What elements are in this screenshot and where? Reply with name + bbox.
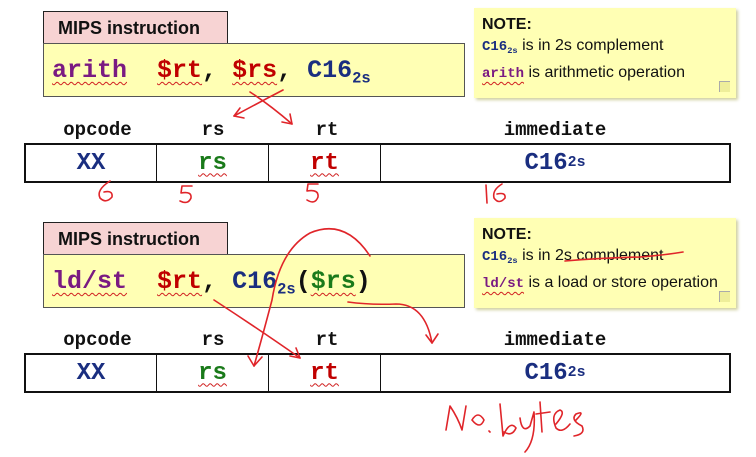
rs-field: rs (157, 355, 269, 391)
digit-5 (306, 183, 319, 203)
digit-6 (98, 180, 113, 202)
rs-text: $rs (232, 56, 278, 85)
paren: ( (295, 267, 311, 296)
instruction-field-row: XX rs rt C16 2s (24, 353, 731, 393)
field-header-immediate: immediate (503, 119, 607, 141)
opcode-field: XX (26, 355, 157, 391)
field-header-opcode: opcode (63, 119, 132, 141)
immediate-text: C162s (232, 267, 296, 299)
mips-instruction-tab: MIPS instruction (43, 222, 228, 255)
instruction-format-box: arith $rt, $rs, C162s (43, 43, 465, 97)
note-line: arith is arithmetic operation (482, 64, 685, 83)
separator: , (202, 56, 233, 85)
rt-field: rt (269, 145, 381, 181)
field-header-rt: rt (315, 329, 339, 351)
field-header-immediate: immediate (503, 329, 607, 351)
page-curl-icon (719, 81, 730, 92)
field-header-opcode: opcode (63, 329, 132, 351)
instruction-field-row: XX rs rt C16 2s (24, 143, 731, 183)
digit-1 (485, 184, 488, 204)
immediate-field: C16 2s (524, 359, 586, 387)
instruction-format-box: ld/st $rt, C162s($rs) (43, 254, 465, 308)
note-box: NOTE: C162s is in 2s complement ld/st is… (474, 218, 736, 308)
note-line: C162s is in 2s complement (482, 247, 664, 267)
note-line: C162s is in 2s complement (482, 37, 664, 57)
digit-6 (492, 183, 506, 203)
field-header-rs: rs (201, 119, 225, 141)
note-box: NOTE: C162s is in 2s complement arith is… (474, 8, 736, 98)
field-header-rs: rs (201, 329, 225, 351)
separator: , (277, 56, 308, 85)
separator: , (202, 267, 233, 296)
arrowhead (233, 107, 245, 119)
immediate-field: C16 2s (524, 149, 586, 177)
rs-field: rs (157, 145, 269, 181)
rs-text: $rs (310, 267, 356, 296)
field-header-rt: rt (315, 119, 339, 141)
rt-field: rt (269, 355, 381, 391)
digit-5 (179, 185, 193, 204)
opcode-text: arith (52, 56, 128, 85)
note-line: ld/st is a load or store operation (482, 274, 718, 293)
rt-text: $rt (157, 267, 203, 296)
note-title: NOTE: (482, 226, 532, 243)
paren: ) (355, 267, 371, 296)
page-curl-icon (719, 291, 730, 302)
note-title: NOTE: (482, 16, 532, 33)
immediate-text: C162s (307, 56, 371, 88)
opcode-text: ld/st (52, 267, 128, 296)
mips-instruction-tab: MIPS instruction (43, 11, 228, 44)
handwriting-no-bytes (445, 401, 584, 453)
rt-text: $rt (157, 56, 203, 85)
opcode-field: XX (26, 145, 157, 181)
